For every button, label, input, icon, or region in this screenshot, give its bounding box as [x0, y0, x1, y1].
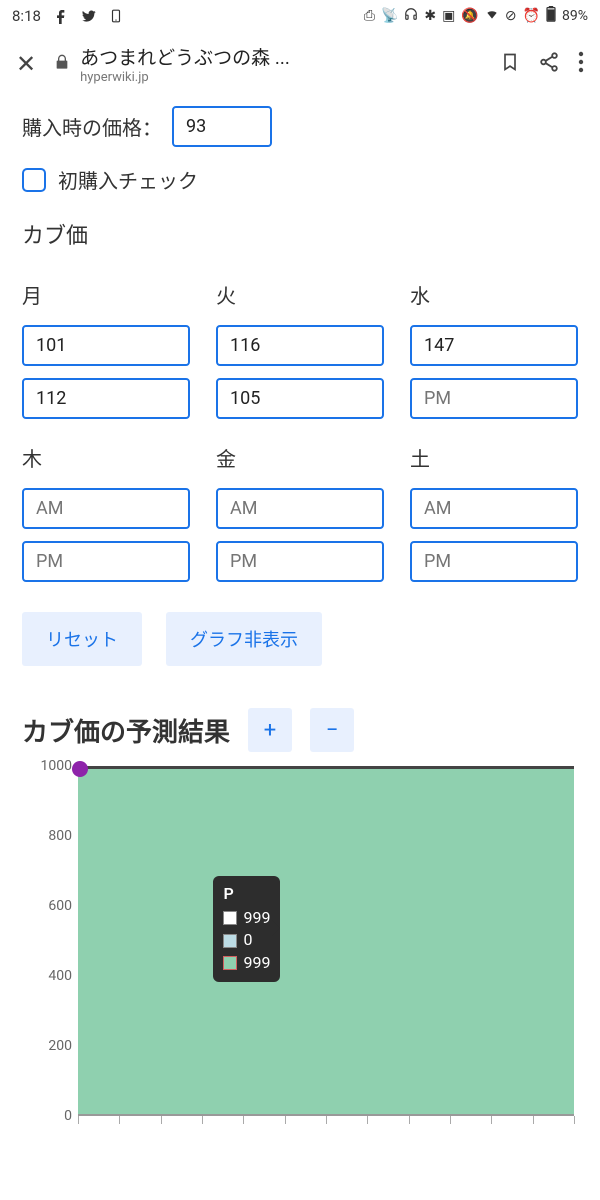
y-tick: 1000: [22, 758, 72, 774]
x-tick: [161, 1116, 162, 1124]
day-thu: 木: [22, 443, 190, 472]
wed-pm-input[interactable]: [410, 378, 578, 419]
twitter-icon: [81, 8, 97, 24]
chart-tooltip: P 9990999: [213, 876, 280, 982]
alarm-icon: ⏰: [523, 8, 540, 24]
tooltip-swatch: [223, 934, 237, 948]
prediction-chart: P 9990999 02004006008001000: [22, 766, 578, 1136]
cast-icon: ⎙: [364, 8, 375, 24]
purchase-price-input[interactable]: [172, 106, 272, 147]
nfc-icon: ▣: [442, 8, 455, 24]
tooltip-row: 999: [223, 907, 270, 929]
result-title: カブ価の予測結果: [22, 712, 230, 749]
x-tick: [367, 1116, 368, 1124]
fri-am-input[interactable]: [216, 488, 384, 529]
headphones-icon: [404, 7, 418, 25]
menu-icon[interactable]: [578, 51, 584, 77]
x-tick: [243, 1116, 244, 1124]
fri-pm-input[interactable]: [216, 541, 384, 582]
chart-marker: [72, 761, 88, 777]
first-buy-checkbox[interactable]: [22, 168, 46, 192]
wifi-icon: [485, 7, 499, 25]
tooltip-swatch: [223, 956, 237, 970]
phone-icon: [109, 8, 123, 24]
tue-am-input[interactable]: [216, 325, 384, 366]
x-tick: [450, 1116, 451, 1124]
close-icon[interactable]: ✕: [16, 50, 36, 78]
thu-am-input[interactable]: [22, 488, 190, 529]
first-buy-label: 初購入チェック: [58, 165, 198, 194]
x-tick: [202, 1116, 203, 1124]
tooltip-value: 999: [243, 952, 270, 974]
zoom-out-button[interactable]: −: [310, 708, 354, 752]
x-tick: [285, 1116, 286, 1124]
day-mon: 月: [22, 280, 190, 309]
thu-pm-input[interactable]: [22, 541, 190, 582]
bookmark-icon[interactable]: [500, 50, 520, 78]
share-icon[interactable]: [538, 51, 560, 77]
x-tick: [119, 1116, 120, 1124]
page-domain: hyperwiki.jp: [80, 70, 482, 85]
page-title: あつまれどうぶつの森 ...: [80, 43, 482, 70]
tooltip-row: 999: [223, 952, 270, 974]
bluetooth-icon: ✱: [424, 8, 436, 24]
y-tick: 600: [22, 898, 72, 914]
battery-pct: 89%: [562, 8, 588, 24]
y-tick: 200: [22, 1038, 72, 1054]
mute-icon: 🔕: [461, 8, 478, 24]
status-time: 8:18: [12, 7, 41, 25]
zoom-in-button[interactable]: +: [248, 708, 292, 752]
day-tue: 火: [216, 280, 384, 309]
status-bar: 8:18 ⎙ 📡 ✱ ▣ 🔕 ⊘ ⏰ 89%: [0, 0, 600, 32]
main-content: 購入時の価格： 初購入チェック カブ価 月 火 水 木 金 土 リセット グラフ…: [0, 96, 600, 1146]
y-tick: 0: [22, 1108, 72, 1124]
mon-am-input[interactable]: [22, 325, 190, 366]
hide-graph-button[interactable]: グラフ非表示: [166, 612, 322, 666]
mon-pm-input[interactable]: [22, 378, 190, 419]
broadcast-icon: 📡: [381, 8, 398, 24]
lock-icon: [54, 53, 70, 75]
tooltip-title: P: [223, 884, 270, 903]
x-tick: [78, 1116, 79, 1124]
x-tick: [574, 1116, 575, 1124]
y-tick: 800: [22, 828, 72, 844]
tooltip-row: 0: [223, 929, 270, 951]
battery-icon: [546, 6, 556, 26]
no-sim-icon: ⊘: [505, 8, 517, 24]
wed-am-input[interactable]: [410, 325, 578, 366]
day-sat: 土: [410, 443, 578, 472]
y-tick: 400: [22, 968, 72, 984]
tue-pm-input[interactable]: [216, 378, 384, 419]
purchase-price-label: 購入時の価格：: [22, 112, 162, 141]
day-fri: 金: [216, 443, 384, 472]
x-tick: [326, 1116, 327, 1124]
facebook-icon: [53, 8, 69, 24]
browser-header: ✕ あつまれどうぶつの森 ... hyperwiki.jp: [0, 32, 600, 96]
tooltip-swatch: [223, 911, 237, 925]
x-tick: [533, 1116, 534, 1124]
reset-button[interactable]: リセット: [22, 612, 142, 666]
x-tick: [491, 1116, 492, 1124]
section-title-prices: カブ価: [22, 218, 578, 250]
tooltip-value: 999: [243, 907, 270, 929]
day-wed: 水: [410, 280, 578, 309]
sat-am-input[interactable]: [410, 488, 578, 529]
x-tick: [409, 1116, 410, 1124]
sat-pm-input[interactable]: [410, 541, 578, 582]
tooltip-value: 0: [243, 929, 252, 951]
